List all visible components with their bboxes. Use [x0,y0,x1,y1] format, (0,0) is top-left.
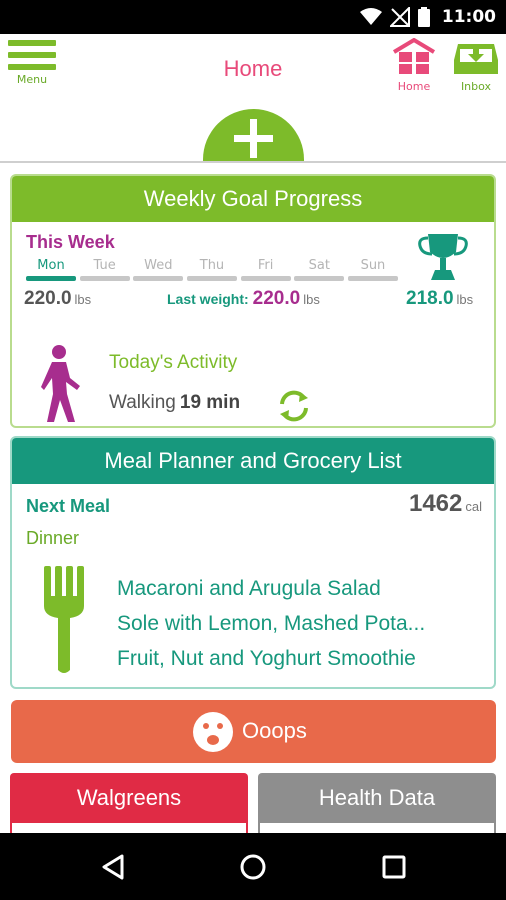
ooops-button[interactable]: Ooops [11,700,496,763]
add-button[interactable] [203,109,304,162]
activity-summary: Walking 19 min [109,392,241,413]
status-icons: 11:00 [359,6,496,28]
day-mon: Mon [26,258,76,281]
walgreens-label: Walgreens [76,785,182,810]
week-days: Mon Tue Wed Thu Fri Sat Sun [26,258,398,281]
day-sat: Sat [294,258,345,281]
walgreens-button[interactable]: Walgreens [10,773,248,833]
home-icon [392,37,436,74]
walking-person-icon [41,345,80,422]
list-item[interactable]: Macaroni and Arugula Salad [117,574,489,609]
meal-type: Dinner [26,528,80,548]
system-nav-bar [0,833,506,900]
day-wed: Wed [133,258,184,281]
todays-activity-label: Today's Activity [109,352,238,373]
inbox-label: Inbox [460,80,492,93]
trophy-icon [418,234,468,280]
list-item[interactable]: Fruit, Nut and Yoghurt Smoothie [117,644,489,679]
sync-icon[interactable] [276,388,312,424]
inbox-icon [454,44,498,74]
no-signal-icon [389,7,410,27]
wifi-icon [359,8,382,25]
start-weight: 220.0 lbs [24,288,92,309]
this-week-label: This Week [26,232,115,252]
goal-weight: 218.0 lbs [406,288,474,309]
app-bar-divider [0,161,506,163]
status-bar: 11:00 [0,0,506,34]
surprised-face-icon [193,712,233,752]
status-time: 11:00 [441,7,496,27]
ooops-label: Ooops [242,718,307,743]
back-icon[interactable] [100,853,126,881]
day-thu: Thu [186,258,237,281]
home-nav-icon[interactable] [239,853,267,881]
battery-icon [417,7,430,27]
weekly-goal-title: Weekly Goal Progress [12,176,494,222]
day-fri: Fri [240,258,291,281]
app-bar: Menu Home Home Inbox [0,34,506,163]
home-button[interactable]: Home [390,37,438,93]
recents-icon[interactable] [381,853,407,881]
meal-list: Macaroni and Arugula Salad Sole with Lem… [117,574,489,679]
next-meal-label: Next Meal [26,496,111,516]
inbox-button[interactable]: Inbox [450,38,502,93]
health-data-label: Health Data [318,785,436,810]
last-weight: Last weight: 220.0 lbs [167,288,320,309]
home-label: Home [397,80,431,93]
day-sun: Sun [347,258,398,281]
weekly-goal-card[interactable]: Weekly Goal Progress This Week Mon Tue W… [10,174,496,428]
meal-planner-title: Meal Planner and Grocery List [12,438,494,484]
meal-planner-card[interactable]: Meal Planner and Grocery List Next Meal … [10,436,496,689]
list-item[interactable]: Sole with Lemon, Mashed Pota... [117,609,489,644]
calories: 1462 cal [408,490,482,517]
day-tue: Tue [79,258,130,281]
fork-icon [44,566,84,673]
health-data-button[interactable]: Health Data [258,773,496,833]
